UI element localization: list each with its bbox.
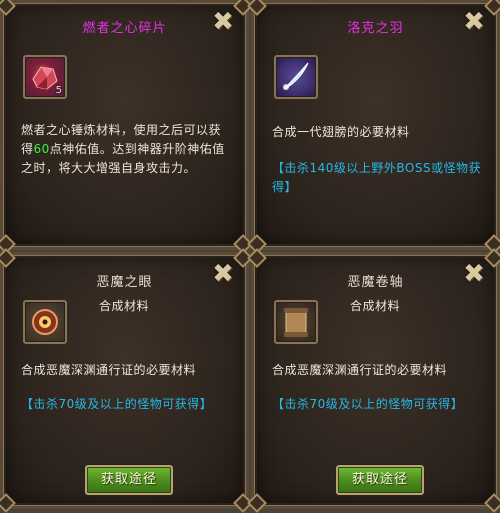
item-tooltip-ember-heart-shard: 燃者之心碎片 ✖ 5 燃者之心锤炼材料，使用之后可以获 得60点神佑值。达到神器… [0, 0, 253, 254]
frame-corner [0, 0, 16, 16]
item-type: 合成材料 [99, 299, 150, 313]
item-tooltip-rock-feather: 洛克之羽 ✖ 合成一代翅膀的必要材料 【击杀140级以上野外BOSS或怪物获 得… [247, 0, 500, 254]
close-icon[interactable]: ✖ [210, 9, 236, 35]
item-count: 5 [55, 85, 62, 96]
close-icon[interactable]: ✖ [461, 9, 487, 35]
demon-scroll-icon-graphic [284, 308, 308, 337]
demon-scroll-icon [274, 300, 318, 344]
source-line-2: 得】 [272, 180, 298, 194]
frame-corner [247, 493, 267, 513]
feather-icon [274, 55, 318, 99]
blessing-value: 60 [33, 142, 50, 156]
demon-eye-icon-graphic [32, 309, 58, 335]
desc-text: 得 [21, 142, 34, 156]
close-icon[interactable]: ✖ [210, 261, 236, 287]
item-source: 【击杀70级及以上的怪物可获得】 [21, 397, 213, 411]
desc-line-3: 之时，将大大增强自身攻击力。 [21, 161, 197, 175]
item-tooltip-demon-eye: 恶魔之眼 ✖ 合成材料 合成恶魔深渊通行证的必要材料 【击杀70级及以上的怪物可… [0, 248, 253, 513]
item-description: 合成恶魔深渊通行证的必要材料 [21, 363, 197, 377]
frame-corner [247, 0, 267, 16]
obtain-method-button[interactable]: 获取途径 [85, 465, 173, 495]
feather-icon-graphic [283, 62, 309, 90]
item-tooltip-demon-scroll: 恶魔卷轴 ✖ 合成材料 合成恶魔深渊通行证的必要材料 【击杀70级及以上的怪物可… [247, 248, 500, 513]
obtain-method-button[interactable]: 获取途径 [336, 465, 424, 495]
frame-corner [0, 493, 16, 513]
item-description: 合成一代翅膀的必要材料 [272, 125, 410, 139]
item-description: 燃者之心锤炼材料，使用之后可以获 得60点神佑值。达到神器升阶神佑值 之时，将大… [21, 121, 246, 178]
item-type: 合成材料 [350, 299, 401, 313]
demon-eye-icon [23, 300, 67, 344]
frame-corner [247, 248, 267, 268]
ruby-shard-icon: 5 [23, 55, 67, 99]
close-icon[interactable]: ✖ [461, 261, 487, 287]
desc-line-2: 得60点神佑值。达到神器升阶神佑值 [21, 140, 246, 159]
frame-corner [484, 493, 500, 513]
item-description: 合成恶魔深渊通行证的必要材料 [272, 363, 448, 377]
desc-line-1: 燃者之心锤炼材料，使用之后可以获 [21, 123, 222, 137]
frame-corner [0, 248, 16, 268]
source-line-1: 【击杀140级以上野外BOSS或怪物获 [272, 161, 482, 175]
item-source: 【击杀70级及以上的怪物可获得】 [272, 397, 464, 411]
desc-text: 点神佑值。达到神器升阶神佑值 [49, 142, 225, 156]
item-source: 【击杀140级以上野外BOSS或怪物获 得】 [272, 159, 497, 197]
